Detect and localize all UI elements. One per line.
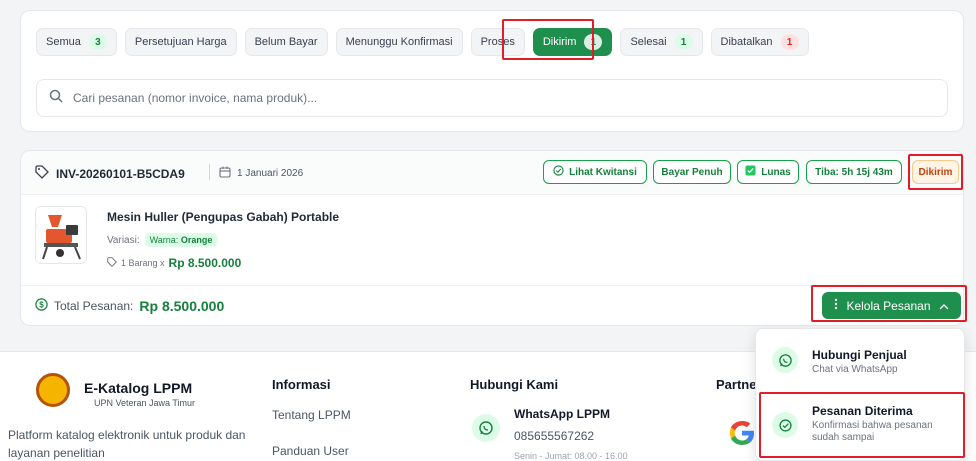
eta-badge: Tiba: 5h 15j 43m: [806, 160, 902, 184]
tab-label: Persetujuan Harga: [134, 36, 227, 48]
product-name[interactable]: Mesin Huller (Pengupas Gabah) Portable: [107, 210, 339, 224]
whatsapp-icon: [772, 347, 798, 373]
tab-persetujuan-harga[interactable]: Persetujuan Harga: [124, 28, 237, 56]
footer-brand-subtitle: UPN Veteran Jawa Timur: [94, 398, 196, 408]
footer-link-panduan[interactable]: Panduan User: [272, 444, 349, 458]
whatsapp-hours: Senin - Jumat: 08.00 - 16.00: [514, 451, 628, 461]
tab-selesai[interactable]: Selesai 1: [620, 28, 703, 56]
tab-menunggu-konfirmasi[interactable]: Menunggu Konfirmasi: [335, 28, 463, 56]
dollar-circle-icon: $: [35, 298, 48, 314]
status-tabs: Semua 3 Persetujuan Harga Belum Bayar Men…: [36, 28, 809, 56]
tab-dibatalkan[interactable]: Dibatalkan 1: [710, 28, 809, 56]
invoice: INV-20260101-B5CDA9: [35, 165, 185, 182]
variant-label: Variasi:: [107, 234, 140, 246]
search-icon: [49, 89, 63, 108]
tag-icon: [107, 257, 117, 269]
highlight-box: [759, 392, 965, 458]
payment-status-label: Lunas: [761, 166, 791, 178]
quantity-text: 1 Barang x: [121, 258, 165, 268]
tab-count: 1: [674, 34, 693, 50]
calendar-icon: [219, 166, 231, 181]
variant-value: Orange: [180, 235, 213, 245]
divider: [209, 164, 210, 180]
check-circle-icon: [553, 165, 564, 179]
invoice-number: INV-20260101-B5CDA9: [56, 166, 185, 181]
variant-chip: Warna: Orange: [144, 233, 218, 247]
tab-label: Semua: [46, 36, 81, 48]
footer-contact-title: Hubungi Kami: [470, 377, 559, 392]
total-label: Total Pesanan:: [54, 299, 134, 313]
product-quantity: 1 Barang x Rp 8.500.000: [107, 256, 241, 270]
footer-brand: E-Katalog LPPM: [84, 380, 193, 396]
product-variant: Variasi: Warna: Orange: [107, 233, 218, 247]
filter-card: Semua 3 Persetujuan Harga Belum Bayar Men…: [20, 10, 964, 132]
order-date: 1 Januari 2026: [219, 166, 303, 181]
eta-label: Tiba: 5h 15j 43m: [815, 166, 893, 178]
highlight-box: [502, 19, 594, 60]
view-receipt-label: Lihat Kwitansi: [569, 166, 637, 178]
whatsapp-phone[interactable]: 085655567262: [514, 429, 594, 443]
tab-belum-bayar[interactable]: Belum Bayar: [244, 28, 328, 56]
tab-label: Selesai: [630, 36, 667, 48]
whatsapp-title[interactable]: WhatsApp LPPM: [514, 407, 610, 421]
payment-type-label: Bayar Penuh: [661, 166, 723, 178]
whatsapp-icon: [472, 414, 500, 442]
menu-item-title: Hubungi Penjual: [812, 348, 907, 362]
checkbox-icon: [745, 165, 756, 179]
menu-item-hubungi-penjual[interactable]: Hubungi Penjual Chat via WhatsApp: [756, 331, 964, 389]
payment-status-badge: Lunas: [737, 160, 799, 184]
payment-type-badge: Bayar Penuh: [653, 160, 731, 184]
variant-key: Warna:: [149, 235, 179, 245]
product-image[interactable]: [35, 206, 87, 264]
search-input[interactable]: [73, 91, 773, 105]
svg-text:$: $: [39, 300, 44, 309]
lppm-logo: [36, 373, 70, 407]
tab-label: Dibatalkan: [720, 36, 773, 48]
footer-partner-title: Partne: [716, 377, 757, 392]
tab-label: Menunggu Konfirmasi: [345, 36, 453, 48]
search-box[interactable]: [36, 79, 948, 117]
footer-info-title: Informasi: [272, 377, 331, 392]
tab-label: Belum Bayar: [254, 36, 318, 48]
order-date-text: 1 Januari 2026: [237, 168, 304, 179]
tab-semua[interactable]: Semua 3: [36, 28, 117, 56]
product-price: Rp 8.500.000: [168, 256, 242, 270]
total-value: Rp 8.500.000: [139, 298, 225, 314]
google-logo: [726, 417, 758, 449]
view-receipt-button[interactable]: Lihat Kwitansi: [543, 160, 647, 184]
footer-link-tentang[interactable]: Tentang LPPM: [272, 408, 351, 422]
menu-item-subtitle: Chat via WhatsApp: [812, 364, 898, 375]
highlight-box: [811, 285, 967, 322]
tag-icon: [35, 165, 49, 182]
order-total: $ Total Pesanan: Rp 8.500.000: [35, 298, 224, 314]
tab-count: 3: [88, 34, 107, 50]
tab-count: 1: [780, 34, 799, 50]
footer-about: Platform katalog elektronik untuk produk…: [8, 428, 246, 460]
highlight-box: [908, 154, 963, 190]
